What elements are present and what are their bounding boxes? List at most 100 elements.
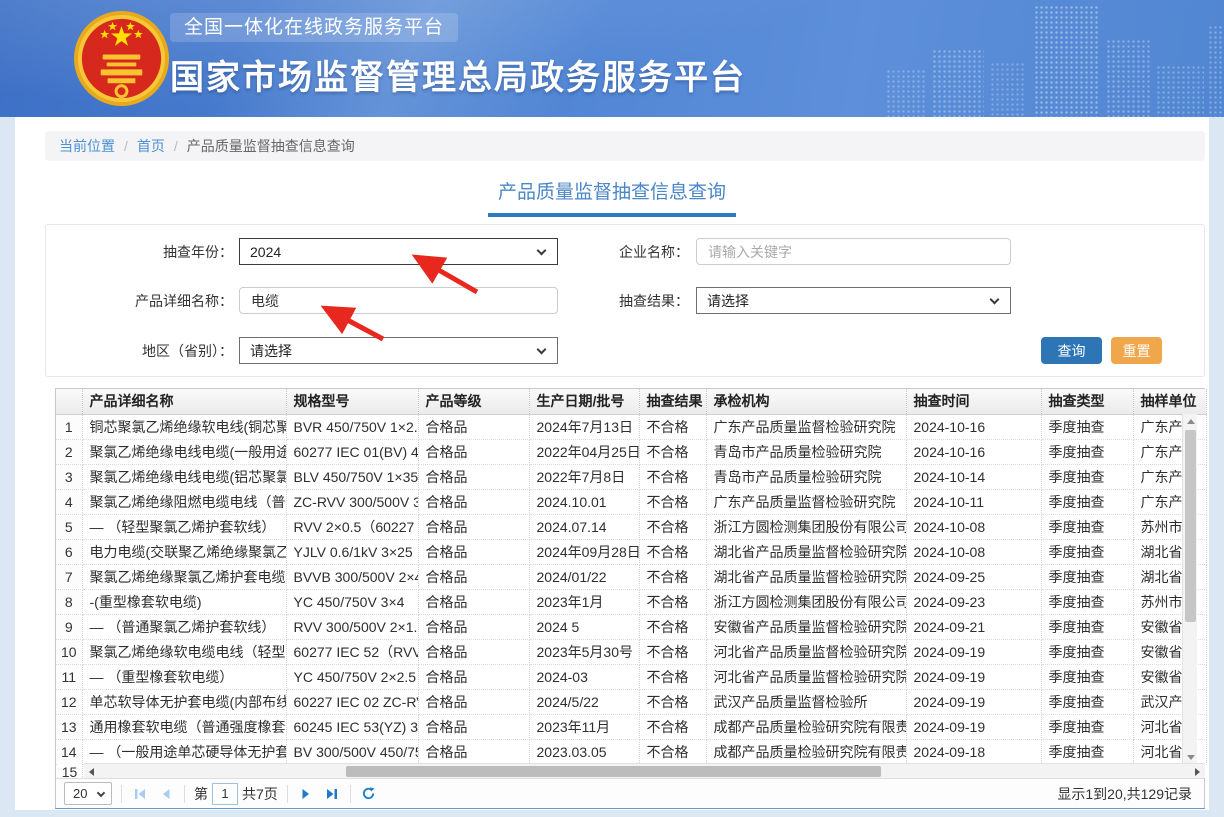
table-row[interactable]: 2聚氯乙烯绝缘电线电缆(一般用途单芯60277 IEC 01(BV) 450/7… [56,439,1206,464]
column-header-6[interactable]: 承检机构 [706,389,906,414]
table-row[interactable]: 10聚氯乙烯绝缘软电缆电线（轻型聚氯乙60277 IEC 52（RVV） 3合格… [56,639,1206,664]
table-cell: YC 450/750V 2×2.5 [286,664,418,689]
table-row[interactable]: 3聚氯乙烯绝缘电线电缆(铝芯聚氯乙烯BLV 450/750V 1×35合格品20… [56,464,1206,489]
results-table: 产品详细名称规格型号产品等级生产日期/批号抽查结果承检机构抽查时间抽查类型抽样单… [56,389,1207,765]
scroll-right-icon[interactable] [1190,764,1205,779]
breadcrumb-home-link[interactable]: 首页 [137,136,165,156]
table-row[interactable]: 4聚氯乙烯绝缘阻燃电缆电线（普通聚氯ZC-RVV 300/500V 3×2.合格… [56,489,1206,514]
table-cell: 不合格 [639,489,706,514]
table-row[interactable]: 13通用橡套软电缆（普通强度橡套软线）60245 IEC 53(YZ) 300/… [56,714,1206,739]
table-row[interactable]: 1铜芯聚氯乙烯绝缘软电线(铜芯聚氯乙烯BVR 450/750V 1×2.5合格品… [56,414,1206,439]
column-header-4[interactable]: 生产日期/批号 [529,389,639,414]
column-header-9[interactable]: 抽样单位 [1133,389,1206,414]
table-cell: 2024-09-25 [906,564,1041,589]
table-cell: 不合格 [639,589,706,614]
row-number-header [56,389,82,414]
year-select[interactable]: 2024 [239,238,558,265]
table-row[interactable]: 5— （轻型聚氯乙烯护套软线）RVV 2×0.5（60227 IEC合格品202… [56,514,1206,539]
breadcrumb-separator: / [174,138,178,154]
chevron-down-icon [537,345,547,355]
chevron-down-icon [990,295,1000,305]
product-name-input[interactable] [239,287,558,314]
table-cell: — （重型橡套软电缆） [82,664,286,689]
horizontal-scrollbar[interactable] [84,763,1205,778]
column-header-8[interactable]: 抽查类型 [1041,389,1133,414]
tab-product-quality-query[interactable]: 产品质量监督抽查信息查询 [488,177,736,217]
table-cell: 2024-10-08 [906,514,1041,539]
page-number-input[interactable] [212,783,238,805]
region-label: 地区（省别）： [142,341,233,361]
table-cell: 季度抽查 [1041,589,1133,614]
table-cell: 季度抽查 [1041,539,1133,564]
table-cell: RVV 2×0.5（60227 IEC [286,514,418,539]
horizontal-scrollbar-thumb[interactable] [346,766,881,777]
reset-button[interactable]: 重置 [1111,337,1162,364]
row-number-cell: 3 [56,464,82,489]
scroll-up-icon[interactable] [1183,414,1198,428]
table-cell: 不合格 [639,714,706,739]
table-cell: 60277 IEC 01(BV) 450/7 [286,439,418,464]
column-header-5[interactable]: 抽查结果 [639,389,706,414]
result-select[interactable]: 请选择 [696,287,1011,314]
table-cell: BVVB 300/500V 2×4 [286,564,418,589]
region-select[interactable]: 请选择 [239,337,558,364]
platform-tagline: 全国一体化在线政务服务平台 [170,13,458,42]
next-page-button[interactable] [297,785,315,803]
prev-page-button[interactable] [157,785,175,803]
table-row[interactable]: 9— （普通聚氯乙烯护套软线）RVV 300/500V 2×1.5（合格品202… [56,614,1206,639]
company-input[interactable] [696,238,1011,265]
page-size-select[interactable]: 20 [64,782,112,805]
table-cell: 2024/5/22 [529,689,639,714]
table-cell: 青岛市产品质量检验研究院 [706,439,906,464]
table-cell: 季度抽查 [1041,614,1133,639]
table-cell: 2024.07.14 [529,514,639,539]
table-cell: 成都产品质量检验研究院有限责任公司 [706,739,906,764]
site-title: 国家市场监督管理总局政务服务平台 [170,50,746,99]
table-cell: 广东产品质量监督检验研究院 [706,489,906,514]
table-cell: 季度抽查 [1041,689,1133,714]
table-cell: 青岛市产品质量检验研究院 [706,464,906,489]
year-select-value: 2024 [250,244,281,260]
table-cell: BV 300/500V 450/750V [286,739,418,764]
table-row[interactable]: 7聚氯乙烯绝缘聚氯乙烯护套电缆(铜芯BVVB 300/500V 2×4合格品20… [56,564,1206,589]
result-label: 抽查结果： [619,291,689,311]
table-cell: 季度抽查 [1041,664,1133,689]
column-header-1[interactable]: 产品详细名称 [82,389,286,414]
table-row[interactable]: 11— （重型橡套软电缆）YC 450/750V 2×2.5合格品2024-03… [56,664,1206,689]
table-cell: 季度抽查 [1041,414,1133,439]
refresh-icon[interactable] [360,785,378,803]
column-header-3[interactable]: 产品等级 [418,389,529,414]
scroll-down-icon[interactable] [1183,750,1198,764]
region-select-value: 请选择 [250,341,292,361]
scroll-left-icon[interactable] [84,764,99,779]
first-page-button[interactable] [131,785,149,803]
table-row[interactable]: 8-(重型橡套软电缆)YC 450/750V 3×4合格品2023年1月不合格浙… [56,589,1206,614]
table-row[interactable]: 6电力电缆(交联聚乙烯绝缘聚氯乙烯护YJLV 0.6/1kV 3×25合格品20… [56,539,1206,564]
search-button[interactable]: 查询 [1041,337,1102,364]
skyline-decoration [884,0,1224,117]
product-name-label: 产品详细名称： [135,291,233,311]
table-cell: 不合格 [639,564,706,589]
vertical-scrollbar-thumb[interactable] [1185,430,1196,622]
table-cell: 合格品 [418,439,529,464]
table-cell: 2024-03 [529,664,639,689]
table-cell: 河北省产品质量监督检验研究院 [706,639,906,664]
page: 全国一体化在线政务服务平台 国家市场监督管理总局政务服务平台 当前位置 / 首页… [0,0,1224,817]
column-header-2[interactable]: 规格型号 [286,389,418,414]
table-cell: 2023年1月 [529,589,639,614]
table-cell: 不合格 [639,514,706,539]
row-number-cell: 6 [56,539,82,564]
column-header-7[interactable]: 抽查时间 [906,389,1041,414]
table-row[interactable]: 12单芯软导体无护套电缆(内部布线用导60227 IEC 02 ZC-RV 30… [56,689,1206,714]
table-cell: 合格品 [418,564,529,589]
table-cell: 不合格 [639,539,706,564]
pagination-bar: 20 第 共7页 [56,778,1204,808]
table-row[interactable]: 14— （一般用途单芯硬导体无护套电缆）BV 300/500V 450/750V… [56,739,1206,764]
page-size-value: 20 [73,786,87,801]
table-cell: 浙江方圆检测集团股份有限公司 [706,514,906,539]
table-cell: 湖北省产品质量监督检验研究院 [706,564,906,589]
breadcrumb-current-position-link[interactable]: 当前位置 [59,136,115,156]
chevron-down-icon [97,789,105,797]
vertical-scrollbar[interactable] [1182,414,1197,764]
last-page-button[interactable] [323,785,341,803]
